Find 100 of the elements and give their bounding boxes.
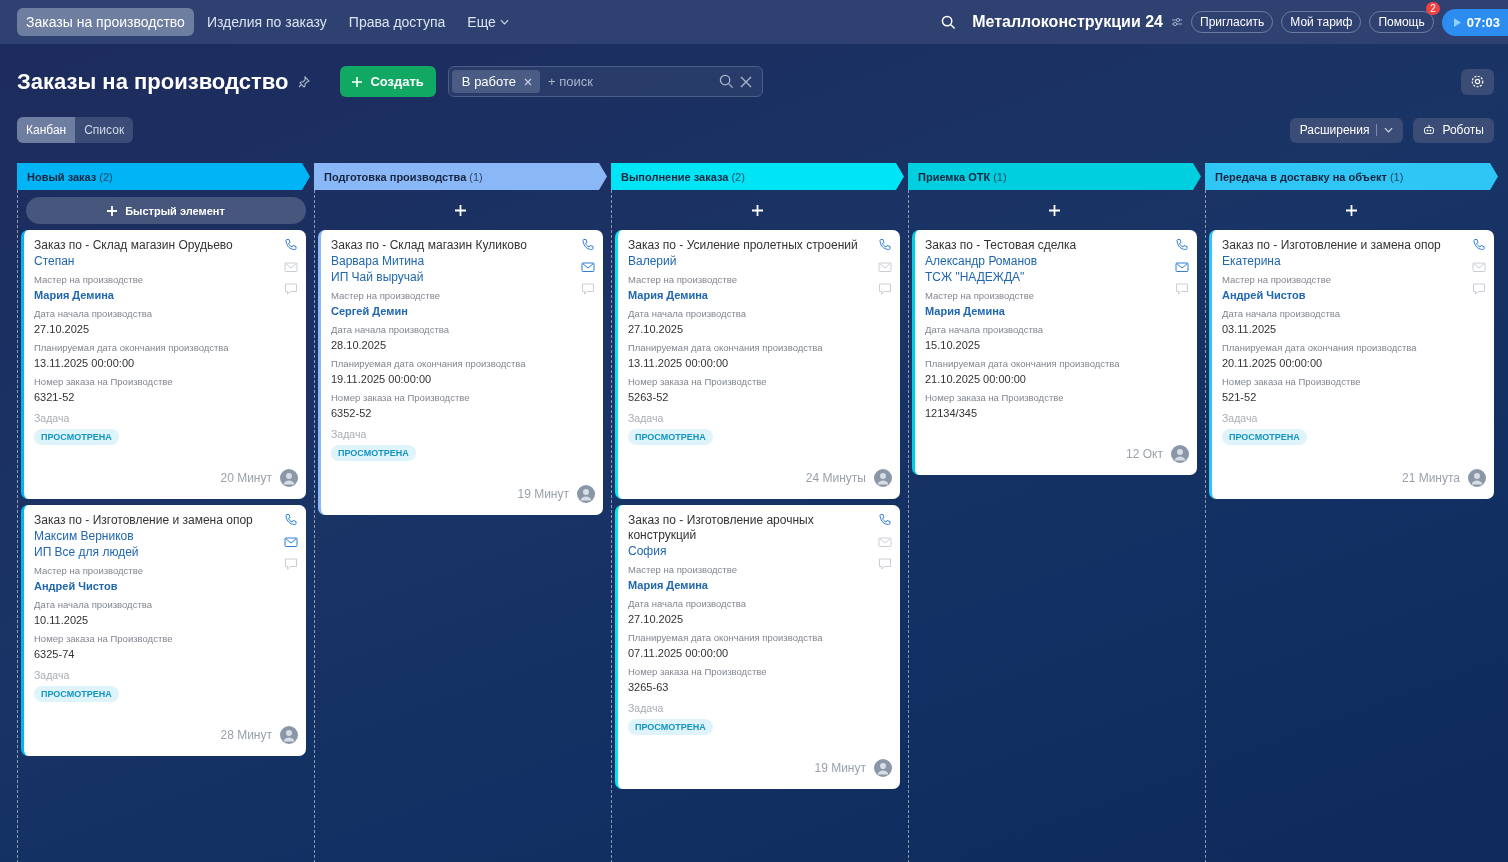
nav-tab[interactable]: Заказы на производство — [17, 8, 194, 36]
email-icon[interactable] — [1175, 260, 1189, 274]
field-value: 28.10.2025 — [331, 338, 388, 353]
avatar-icon[interactable] — [577, 485, 595, 503]
add-icon[interactable] — [752, 205, 763, 216]
field-label: Мастер на производстве — [34, 564, 144, 578]
robots-button[interactable]: Роботы — [1413, 117, 1494, 143]
deal-card[interactable] — [615, 505, 900, 789]
field-link[interactable]: Мария Демина — [628, 287, 870, 303]
robot-icon — [1423, 124, 1436, 136]
field-label: Дата начала производства — [628, 597, 747, 611]
avatar-icon[interactable] — [1171, 445, 1189, 463]
avatar-icon[interactable] — [280, 469, 298, 487]
field-label: Дата начала производства — [628, 307, 747, 321]
field-label: Задача — [628, 701, 665, 715]
nav-tab[interactable]: Права доступа — [339, 8, 455, 36]
field-link[interactable]: Мария Демина — [628, 577, 870, 593]
card-time: 21 Минута — [1401, 471, 1460, 485]
field-label: Номер заказа на Производстве — [1222, 375, 1362, 389]
timer-button[interactable]: 07:03 — [1441, 8, 1508, 36]
phone-icon[interactable] — [1472, 238, 1486, 252]
view-tab[interactable]: Список — [75, 117, 134, 143]
contact-link[interactable]: Валерий — [628, 253, 870, 269]
pin-icon[interactable] — [298, 75, 311, 88]
extensions-button[interactable]: Расширения — [1289, 117, 1404, 143]
contact-link[interactable]: Александр Романов — [925, 253, 1167, 269]
quick-add-button[interactable]: Быстрый элемент — [26, 197, 306, 224]
contact-link[interactable]: Екатерина — [1222, 253, 1464, 269]
avatar-icon[interactable] — [874, 759, 892, 777]
card-title[interactable]: Заказ по - Изготовление и замена опор — [1222, 238, 1464, 253]
create-button[interactable]: Создать — [340, 66, 436, 97]
card-title[interactable]: Заказ по - Изготовление и замена опор — [34, 513, 276, 528]
phone-icon[interactable] — [284, 513, 298, 527]
stage-header: Передача в доставку на объект (1) — [1205, 163, 1498, 190]
contact-link[interactable]: ИП Чай выручай — [331, 269, 573, 285]
phone-icon[interactable] — [878, 238, 892, 252]
field-link[interactable]: Сергей Демин — [331, 303, 573, 319]
field-link[interactable]: Мария Демина — [925, 303, 1167, 319]
avatar-icon[interactable] — [1468, 469, 1486, 487]
field-link[interactable]: Андрей Чистов — [1222, 287, 1464, 303]
card-title[interactable]: Заказ по - Склад магазин Орудьево — [34, 238, 276, 253]
field-label: Номер заказа на Производстве — [34, 632, 174, 646]
field-label: Мастер на производстве — [34, 273, 144, 287]
deal-card[interactable] — [21, 230, 306, 499]
stage-header: Подготовка производства (1) — [314, 163, 607, 190]
field-label: Мастер на производстве — [628, 563, 738, 577]
chevron-down-icon — [499, 19, 509, 25]
avatar-icon[interactable] — [280, 726, 298, 744]
card-title[interactable]: Заказ по - Усиление пролетных строений — [628, 238, 870, 253]
email-icon[interactable] — [581, 260, 595, 274]
add-icon[interactable] — [1346, 205, 1357, 216]
status-badge: ПРОСМОТРЕНА — [34, 686, 119, 702]
deal-card[interactable] — [318, 230, 603, 515]
email-icon[interactable] — [284, 535, 298, 549]
search-icon[interactable] — [718, 74, 734, 89]
company-name: Металлоконструкции 24 — [972, 13, 1163, 31]
filter-tag[interactable]: В работе — [451, 70, 540, 93]
field-value: 21.10.2025 00:00:00 — [925, 372, 1027, 387]
card-title[interactable]: Заказ по - Тестовая сделка — [925, 238, 1167, 253]
field-label: Номер заказа на Производстве — [628, 375, 768, 389]
add-icon[interactable] — [1049, 205, 1060, 216]
contact-link[interactable]: Степан — [34, 253, 276, 269]
deal-card[interactable] — [912, 230, 1197, 475]
card-time: 20 Минут — [220, 471, 272, 485]
close-icon[interactable] — [524, 77, 532, 86]
field-label: Дата начала производства — [925, 323, 1044, 337]
deal-card[interactable] — [615, 230, 900, 499]
status-badge: ПРОСМОТРЕНА — [1222, 429, 1307, 445]
phone-icon[interactable] — [284, 238, 298, 252]
avatar-icon[interactable] — [874, 469, 892, 487]
field-value: 6321-52 — [34, 390, 76, 405]
sliders-icon[interactable] — [1171, 16, 1183, 28]
field-link[interactable]: Андрей Чистов — [34, 578, 276, 594]
close-icon[interactable] — [739, 75, 752, 88]
field-label: Задача — [331, 427, 368, 441]
deal-card[interactable] — [1209, 230, 1494, 499]
more-menu[interactable]: Еще — [458, 8, 518, 36]
field-label: Номер заказа на Производстве — [628, 665, 768, 679]
contact-link[interactable]: ТСЖ "НАДЕЖДА" — [925, 269, 1167, 285]
phone-icon[interactable] — [878, 513, 892, 527]
deal-card[interactable] — [21, 505, 306, 756]
phone-icon[interactable] — [1175, 238, 1189, 252]
card-title[interactable]: Заказ по - Склад магазин Куликово — [331, 238, 573, 253]
contact-link[interactable]: Максим Верников — [34, 528, 276, 544]
field-link[interactable]: Мария Демина — [34, 287, 276, 303]
add-icon[interactable] — [455, 205, 466, 216]
field-value: 12134/345 — [925, 406, 978, 421]
contact-link[interactable]: ИП Все для людей — [34, 544, 276, 560]
contact-link[interactable]: Варвара Митина — [331, 253, 573, 269]
nav-tab[interactable]: Изделия по заказу — [197, 8, 336, 36]
field-label: Планируемая дата окончания производства — [628, 631, 824, 645]
field-label: Планируемая дата окончания производства — [1222, 341, 1418, 355]
settings-button[interactable] — [1461, 68, 1494, 95]
settings-icon — [1470, 74, 1485, 89]
card-title[interactable]: Заказ по - Изготовление арочных конструкций — [628, 513, 870, 543]
view-tab[interactable]: Канбан — [17, 117, 76, 143]
search-field[interactable]: В работе + поиск — [447, 66, 763, 97]
contact-link[interactable]: София — [628, 543, 870, 559]
phone-icon[interactable] — [581, 238, 595, 252]
search-icon[interactable] — [941, 14, 957, 30]
